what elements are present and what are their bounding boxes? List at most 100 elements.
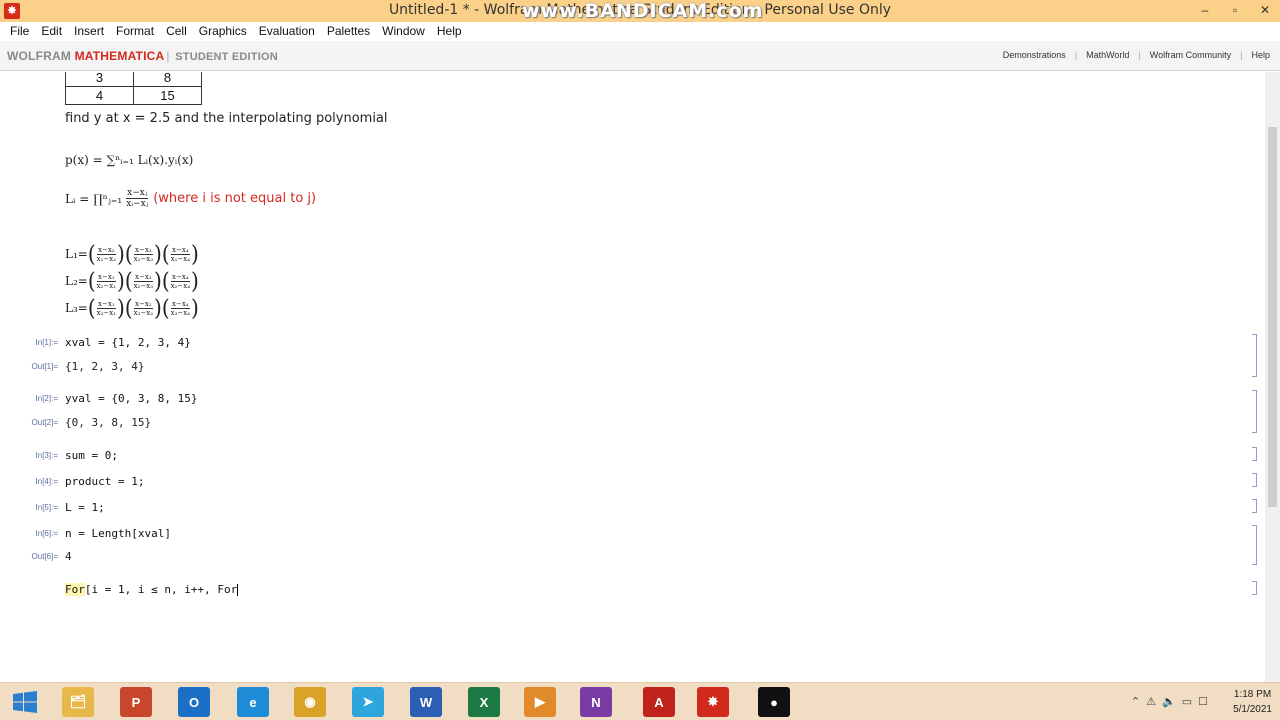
minimize-button[interactable]: – [1190, 0, 1220, 22]
lagrange-fraction: x−x₁ x₃−x₁ [97, 300, 116, 317]
lagrange-fraction: x−x₄ x₁−x₄ [171, 246, 190, 263]
out-label: Out[2]= [31, 418, 58, 427]
mathematica-icon[interactable]: ✸ [697, 687, 729, 717]
bandicam-icon[interactable]: ● [758, 687, 790, 717]
text-cursor [237, 584, 239, 596]
l-formula: Lᵢ = ∏ⁿⱼ₌₁ x−xⱼ xᵢ−xⱼ (where i is not eq… [65, 188, 316, 209]
clock-date: 5/1/2021 [1233, 704, 1272, 715]
fraction-denominator: x₃−x₁ [96, 308, 117, 317]
vertical-scrollbar[interactable] [1265, 72, 1280, 682]
menu-insert[interactable]: Insert [68, 22, 110, 41]
out-label: Out[6]= [31, 552, 58, 561]
fraction-denominator: x₁−x₄ [170, 254, 191, 263]
fraction-numerator: x−x₁ [97, 299, 116, 309]
notebook-area[interactable]: 3 8 4 15 find y at x = 2.5 and the inter… [0, 72, 1280, 682]
input-cell[interactable]: yval = {0, 3, 8, 15} [65, 392, 197, 405]
link-wolfram-community[interactable]: Wolfram Community [1146, 50, 1235, 60]
windows-start-icon[interactable] [12, 691, 38, 713]
battery-icon[interactable]: ▭ [1182, 695, 1192, 708]
in-label: In[5]:= [35, 503, 58, 512]
input-cell[interactable]: n = Length[xval] [65, 527, 171, 540]
p-formula: p(x) = ∑ⁿᵢ₌₁ Lᵢ(x).yᵢ(x) [65, 153, 194, 167]
brand-edition: STUDENT EDITION [175, 51, 278, 63]
bandicam-watermark: www.BANDICAM.com [522, 0, 764, 22]
onenote-icon[interactable]: N [580, 687, 612, 717]
excel-icon[interactable]: X [468, 687, 500, 717]
fraction-denominator: x₃−x₂ [133, 308, 154, 317]
menu-help[interactable]: Help [431, 22, 468, 41]
fraction-denominator: x₁−x₃ [133, 254, 154, 263]
menu-edit[interactable]: Edit [35, 22, 68, 41]
table-cell: 4 [65, 86, 134, 105]
fraction-numerator: x−x₄ [171, 272, 190, 282]
lagrange-fraction: x−x₂ x₁−x₂ [97, 246, 116, 263]
media-player-icon[interactable]: ▶ [524, 687, 556, 717]
output-cell: {1, 2, 3, 4} [65, 360, 145, 373]
menu-cell[interactable]: Cell [160, 22, 193, 41]
l-formula-prefix: Lᵢ = ∏ⁿⱼ₌₁ [65, 191, 123, 206]
instruction-text: find y at x = 2.5 and the interpolating … [65, 111, 388, 126]
outlook-icon[interactable]: O [178, 687, 210, 717]
menu-window[interactable]: Window [376, 22, 431, 41]
menu-bar: File Edit Insert Format Cell Graphics Ev… [0, 22, 1280, 41]
chevron-up-icon[interactable]: ⌃ [1131, 695, 1140, 708]
fraction-denominator: x₁−x₂ [96, 254, 117, 263]
cell-bracket[interactable] [1252, 525, 1257, 565]
link-help[interactable]: Help [1247, 50, 1274, 60]
in-label: In[4]:= [35, 477, 58, 486]
clock[interactable]: 1:18 PM 5/1/2021 [1233, 687, 1272, 717]
fraction-denominator: x₂−x₄ [170, 281, 191, 290]
windows-taskbar: 🗂 P Oe ◉ ➤ W X ▶ N A ✸ ● ⌃ ⚠ 🔈 ▭ ☐ 1:18 PM 5/1/2021 [0, 682, 1280, 720]
link-mathworld[interactable]: MathWorld [1082, 50, 1133, 60]
input-cell[interactable]: product = 1; [65, 475, 144, 488]
brand-wolfram: WOLFRAM [7, 49, 72, 63]
fraction-numerator: x−x₂ [134, 299, 153, 309]
input-cell[interactable]: xval = {1, 2, 3, 4} [65, 336, 191, 349]
scrollbar-thumb[interactable] [1268, 127, 1277, 507]
data-table: 3 8 4 15 [65, 72, 202, 105]
menu-format[interactable]: Format [110, 22, 160, 41]
word-icon[interactable]: W [410, 687, 442, 717]
menu-evaluation[interactable]: Evaluation [253, 22, 321, 41]
internet-explorer-icon[interactable]: e [237, 687, 269, 717]
maximize-button[interactable]: ▫ [1220, 0, 1250, 22]
volume-icon[interactable]: 🔈 [1162, 695, 1176, 708]
lagrange-fraction: x−x₂ x₃−x₂ [134, 300, 153, 317]
table-row: 3 8 [65, 72, 202, 87]
in-label: In[3]:= [35, 451, 58, 460]
acrobat-icon[interactable]: A [643, 687, 675, 717]
fraction-denominator: x₂−x₃ [133, 281, 154, 290]
cell-bracket[interactable] [1252, 447, 1257, 461]
file-explorer-icon[interactable]: 🗂 [62, 687, 94, 717]
lagrange-fraction: x−x₄ x₂−x₄ [171, 273, 190, 290]
system-tray: ⌃ ⚠ 🔈 ▭ ☐ [1131, 695, 1208, 708]
for-arguments: [i = 1, i ≤ n, i++, For [84, 583, 238, 596]
close-button[interactable]: ✕ [1250, 0, 1280, 22]
menu-file[interactable]: File [4, 22, 35, 41]
cell-bracket[interactable] [1252, 334, 1257, 377]
cell-bracket[interactable] [1252, 581, 1257, 595]
fraction-denominator: x₃−x₄ [170, 308, 191, 317]
cell-bracket[interactable] [1252, 390, 1257, 433]
l-formula-denominator: xᵢ−xⱼ [126, 199, 149, 209]
table-row: 4 15 [65, 86, 202, 105]
chrome-icon[interactable]: ◉ [294, 687, 326, 717]
powerpoint-icon[interactable]: P [120, 687, 152, 717]
input-cell[interactable]: sum = 0; [65, 449, 118, 462]
notification-icon[interactable]: ☐ [1198, 695, 1208, 708]
fraction-numerator: x−x₃ [134, 245, 153, 255]
input-cell[interactable]: L = 1; [65, 501, 105, 514]
cell-bracket[interactable] [1252, 499, 1257, 513]
menu-palettes[interactable]: Palettes [321, 22, 376, 41]
title-bar: ✸ Untitled-1 * - Wolfram Mathematica Stu… [0, 0, 1280, 22]
active-input-cell[interactable]: For[i = 1, i ≤ n, i++, For [65, 583, 239, 596]
network-icon[interactable]: ⚠ [1146, 695, 1156, 708]
l-formula-numerator: x−xⱼ [126, 188, 149, 199]
link-demonstrations[interactable]: Demonstrations [999, 50, 1070, 60]
telegram-icon[interactable]: ➤ [352, 687, 384, 717]
menu-graphics[interactable]: Graphics [193, 22, 253, 41]
cell-bracket[interactable] [1252, 473, 1257, 487]
fraction-numerator: x−x₄ [171, 245, 190, 255]
fraction-numerator: x−x₄ [171, 299, 190, 309]
for-keyword: For [65, 583, 85, 596]
